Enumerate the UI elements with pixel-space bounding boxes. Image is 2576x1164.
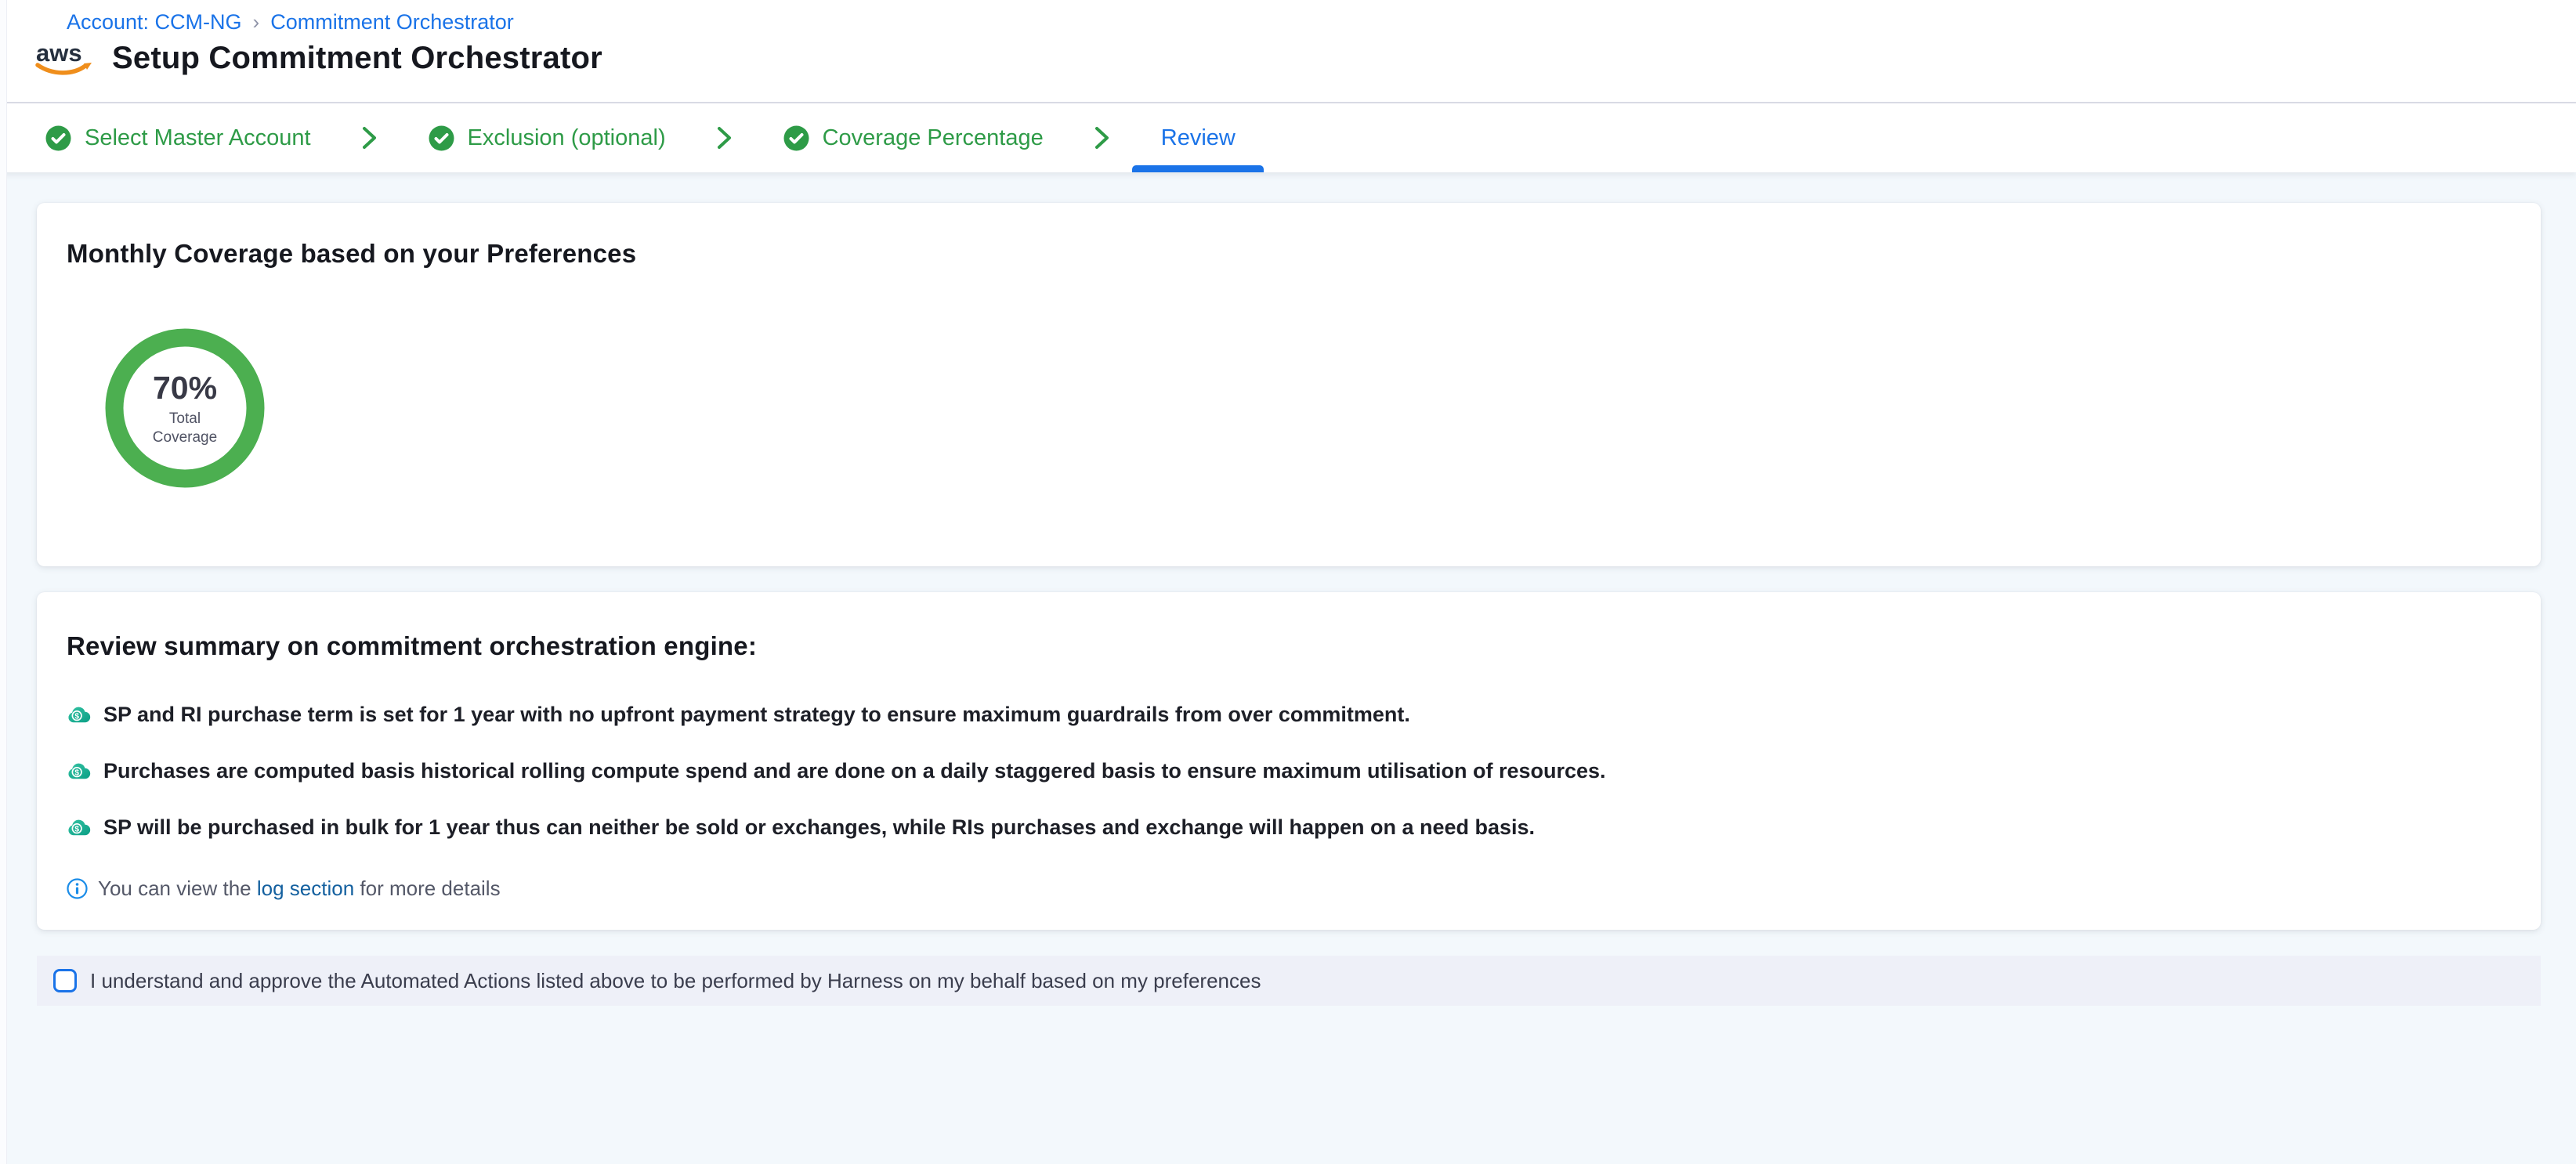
list-item: $ SP and RI purchase term is set for 1 y… bbox=[67, 703, 2541, 727]
log-section-link[interactable]: log section bbox=[257, 877, 354, 900]
aws-logo-icon: aws bbox=[34, 39, 93, 77]
coverage-card-title: Monthly Coverage based on your Preferenc… bbox=[67, 239, 2541, 269]
info-icon bbox=[67, 878, 88, 899]
step-label: Exclusion (optional) bbox=[468, 125, 666, 151]
bullet-text: SP will be purchased in bulk for 1 year … bbox=[103, 815, 1535, 840]
setup-stepper: Select Master Account Exclusion (optiona… bbox=[0, 103, 2576, 172]
approval-row: I understand and approve the Automated A… bbox=[37, 956, 2541, 1006]
chevron-right-icon bbox=[360, 125, 380, 151]
check-circle-icon bbox=[429, 125, 454, 151]
svg-text:$: $ bbox=[74, 825, 79, 833]
left-edge-strip bbox=[0, 0, 7, 1164]
svg-text:aws: aws bbox=[36, 39, 82, 67]
step-select-master-account[interactable]: Select Master Account bbox=[45, 103, 311, 172]
active-tab-underline bbox=[1132, 165, 1264, 172]
step-review[interactable]: Review bbox=[1161, 103, 1236, 172]
log-info-line: You can view the log section for more de… bbox=[67, 877, 2541, 901]
monthly-coverage-card: Monthly Coverage based on your Preferenc… bbox=[37, 203, 2541, 566]
donut-label: Total Coverage bbox=[153, 410, 217, 447]
page-title: Setup Commitment Orchestrator bbox=[112, 41, 602, 76]
list-item: $ Purchases are computed basis historica… bbox=[67, 759, 2541, 783]
bullet-text: Purchases are computed basis historical … bbox=[103, 759, 1606, 783]
page-header: Account: CCM-NG › Commitment Orchestrato… bbox=[0, 0, 2576, 103]
check-circle-icon bbox=[783, 125, 809, 151]
approval-label: I understand and approve the Automated A… bbox=[90, 969, 1261, 993]
check-circle-icon bbox=[45, 125, 71, 151]
coverage-donut-chart: 70% Total Coverage bbox=[105, 328, 265, 488]
cloud-dollar-icon: $ bbox=[67, 703, 91, 727]
breadcrumb: Account: CCM-NG › Commitment Orchestrato… bbox=[0, 10, 2576, 34]
review-summary-card: Review summary on commitment orchestrati… bbox=[37, 592, 2541, 930]
list-item: $ SP will be purchased in bulk for 1 yea… bbox=[67, 815, 2541, 840]
breadcrumb-account-link[interactable]: Account: CCM-NG bbox=[67, 10, 242, 34]
step-label: Review bbox=[1161, 125, 1236, 151]
bullet-text: SP and RI purchase term is set for 1 yea… bbox=[103, 703, 1410, 727]
step-coverage-percentage[interactable]: Coverage Percentage bbox=[783, 103, 1044, 172]
breadcrumb-page-link[interactable]: Commitment Orchestrator bbox=[270, 10, 514, 34]
step-label: Coverage Percentage bbox=[823, 125, 1044, 151]
breadcrumb-separator-icon: › bbox=[253, 12, 260, 32]
chevron-right-icon bbox=[715, 125, 735, 151]
cloud-dollar-icon: $ bbox=[67, 759, 91, 783]
step-exclusion[interactable]: Exclusion (optional) bbox=[429, 103, 666, 172]
chevron-right-icon bbox=[1092, 125, 1113, 151]
approval-checkbox[interactable] bbox=[53, 969, 77, 992]
svg-text:$: $ bbox=[74, 712, 79, 721]
step-label: Select Master Account bbox=[85, 125, 311, 151]
summary-bullet-list: $ SP and RI purchase term is set for 1 y… bbox=[67, 703, 2541, 840]
cloud-dollar-icon: $ bbox=[67, 815, 91, 840]
summary-card-title: Review summary on commitment orchestrati… bbox=[67, 631, 2541, 661]
info-text-prefix: You can view the bbox=[98, 877, 251, 900]
svg-text:$: $ bbox=[74, 768, 79, 777]
info-text-suffix: for more details bbox=[360, 877, 500, 900]
main-content: Monthly Coverage based on your Preferenc… bbox=[0, 172, 2576, 1006]
donut-value: 70% bbox=[153, 370, 217, 407]
